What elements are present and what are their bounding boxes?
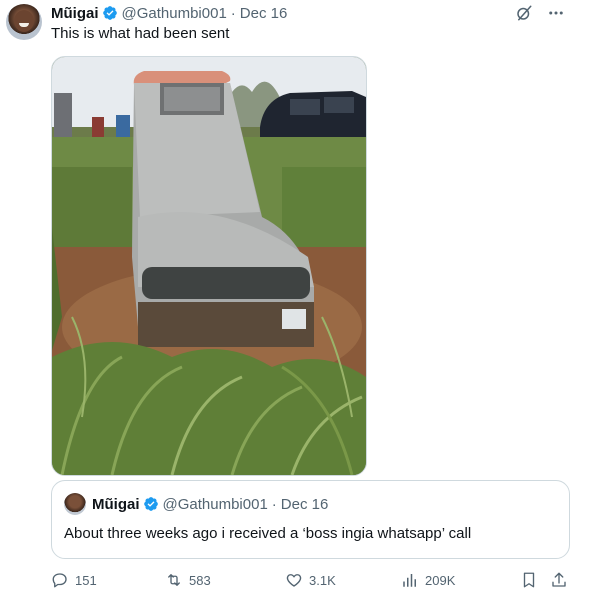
share-icon [552, 572, 566, 587]
retweet-icon [168, 574, 180, 586]
reply-icon [52, 573, 67, 588]
like-button[interactable]: 3.1K [285, 570, 336, 590]
verified-badge-icon [143, 497, 158, 511]
verified-badge-icon [102, 6, 117, 20]
quoted-tweet-text: About three weeks ago i received a ‘boss… [64, 525, 472, 542]
reply-count: 151 [75, 572, 97, 588]
quoted-tweet-date: Dec 16 [280, 495, 329, 513]
reply-button[interactable]: 151 [51, 570, 97, 590]
view-count: 209K [425, 572, 456, 588]
quoted-author-handle: @Gathumbi001 [162, 495, 268, 513]
tweet-photo[interactable] [51, 56, 367, 476]
tweet-date[interactable]: Dec 16 [240, 5, 288, 22]
tweet-text: This is what had been sent [51, 25, 230, 42]
quoted-tweet[interactable]: Mũigai @Gathumbi001 · Dec 16 About three… [51, 480, 570, 559]
quoted-author-name[interactable]: Mũigai [92, 496, 140, 513]
author-handle[interactable]: @Gathumbi001 [122, 5, 227, 22]
views-button[interactable]: 209K [401, 570, 455, 590]
quoted-author-avatar[interactable] [64, 493, 86, 515]
bus-in-ditch-photo [52, 57, 366, 475]
tweet: Mũigai @Gathumbi001 · Dec 16 This is wha… [0, 0, 595, 610]
quoted-tweet-header: Mũigai @Gathumbi001 · Dec 16 [92, 493, 328, 515]
views-icon [403, 574, 416, 587]
author-name[interactable]: Mũigai [51, 5, 99, 22]
separator-dot: · [230, 4, 236, 22]
tweet-actions: 151 583 3.1K 209K [51, 570, 576, 590]
separator-dot: · [271, 495, 277, 513]
share-button[interactable] [550, 570, 568, 590]
retweet-count: 583 [189, 572, 211, 588]
like-count: 3.1K [309, 572, 336, 588]
tweet-top-actions [515, 4, 565, 22]
author-avatar[interactable] [6, 4, 42, 40]
retweet-button[interactable]: 583 [165, 570, 211, 590]
like-icon [286, 574, 302, 587]
bookmark-button[interactable] [520, 570, 538, 590]
tweet-header: Mũigai @Gathumbi001 · Dec 16 [51, 3, 287, 23]
grok-icon[interactable] [515, 4, 533, 22]
more-icon[interactable] [547, 4, 565, 22]
bookmark-icon [523, 572, 535, 588]
